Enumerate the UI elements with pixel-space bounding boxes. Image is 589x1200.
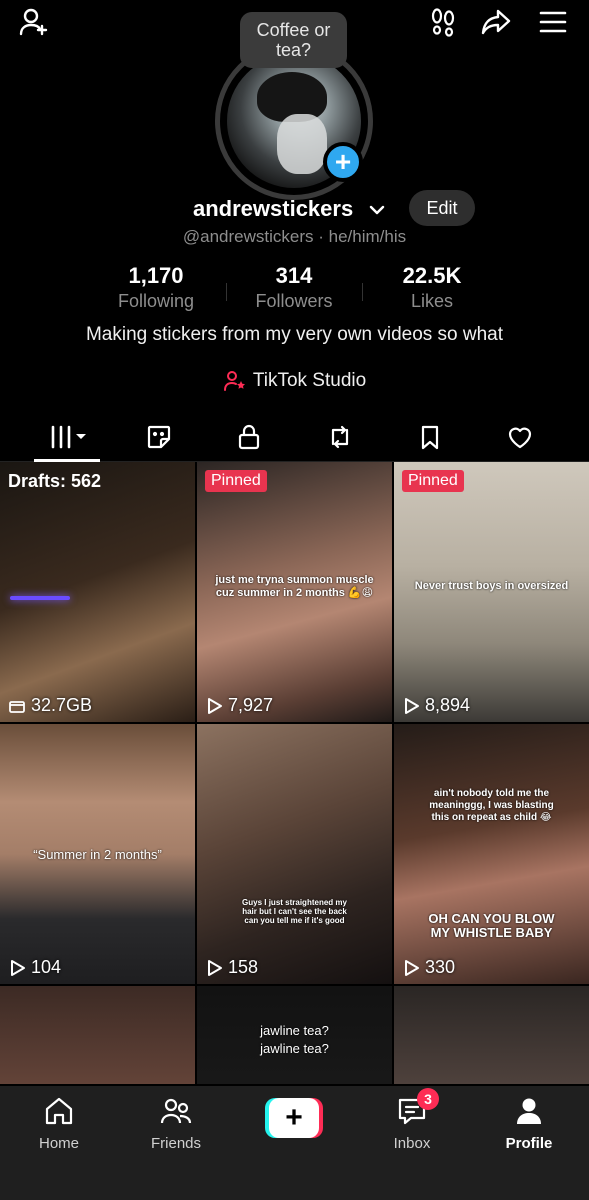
video-tile[interactable]: ain't nobody told me the meaninggg, I wa… <box>394 724 589 984</box>
view-count-label: 330 <box>425 957 456 977</box>
video-grid: Drafts: 562 32.7GB Pinned just me tryna … <box>0 462 589 1084</box>
stat-followers[interactable]: 314 Followers <box>224 263 364 312</box>
inbox-badge: 3 <box>417 1088 439 1110</box>
friends-icon <box>160 1098 192 1124</box>
drafts-count: Drafts: 562 <box>8 471 102 491</box>
note-bubble[interactable]: Coffee or tea? <box>240 12 347 68</box>
add-friend-icon[interactable] <box>16 4 52 40</box>
video-caption: Never trust boys in oversized <box>414 580 569 592</box>
profile-bio: Making stickers from my very own videos … <box>85 324 504 345</box>
nav-home[interactable]: Home <box>14 1094 104 1152</box>
lock-icon <box>238 424 260 450</box>
tab-private[interactable] <box>229 419 269 455</box>
nav-friends[interactable]: Friends <box>131 1094 221 1152</box>
stat-likes[interactable]: 22.5K Likes <box>362 263 502 312</box>
sticker-icon <box>147 425 171 449</box>
video-caption: Guys I just straightened my hair but I c… <box>242 898 347 925</box>
tab-stickers[interactable] <box>139 419 179 455</box>
edit-profile-button[interactable]: Edit <box>409 190 475 226</box>
video-tile[interactable]: jawline tea? jawline tea? <box>197 986 392 1084</box>
stat-value: 1,170 <box>128 263 184 288</box>
username[interactable]: andrewstickers <box>193 196 353 222</box>
drafts-tile[interactable]: Drafts: 562 32.7GB <box>0 462 195 722</box>
content-tabs <box>0 415 589 462</box>
video-caption: just me tryna summon muscle cuz summer i… <box>215 574 374 599</box>
stat-value: 314 <box>275 263 313 288</box>
stat-value: 22.5K <box>402 263 462 288</box>
video-tile[interactable]: Pinned just me tryna summon muscle cuz s… <box>197 462 392 722</box>
storage-icon <box>9 700 25 713</box>
play-icon <box>405 697 419 714</box>
create-plus-icon: + <box>269 1098 319 1138</box>
pinned-badge: Pinned <box>205 470 267 492</box>
bottom-nav: Home Friends + 3 Inbox Profile <box>0 1086 589 1200</box>
tab-saved[interactable] <box>410 419 450 455</box>
stat-following[interactable]: 1,170 Following <box>86 263 226 312</box>
menu-icon[interactable] <box>535 4 571 40</box>
profile-stats: 1,170 Following 314 Followers 22.5K Like… <box>0 263 589 317</box>
nav-inbox[interactable]: 3 Inbox <box>367 1088 457 1152</box>
view-count-label: 104 <box>31 957 62 977</box>
create-button[interactable]: + <box>265 1098 323 1138</box>
view-count: 7,927 <box>205 695 273 716</box>
nav-profile[interactable]: Profile <box>484 1094 574 1152</box>
heart-icon <box>508 427 532 449</box>
storage-size: 32.7GB <box>8 695 92 716</box>
video-tile[interactable]: “Summer in 2 months” 104 <box>0 724 195 984</box>
username-row: andrewstickers Edit <box>0 190 589 230</box>
play-icon <box>208 959 222 976</box>
repost-icon <box>331 425 349 449</box>
profile-icon <box>517 1098 541 1124</box>
play-icon <box>11 959 25 976</box>
pinned-badge: Pinned <box>402 470 464 492</box>
home-icon <box>45 1097 73 1125</box>
nav-label: Friends <box>150 1135 202 1152</box>
footprint-icon[interactable] <box>425 4 461 40</box>
video-caption: ain't nobody told me the meaninggg, I wa… <box>429 788 554 823</box>
chevron-down-icon[interactable] <box>368 201 386 219</box>
nav-label: Profile <box>505 1135 553 1152</box>
stat-label: Followers <box>255 291 333 311</box>
studio-icon <box>223 371 245 391</box>
view-count-label: 8,894 <box>425 695 471 715</box>
play-icon <box>208 697 222 714</box>
note-bubble-text: Coffee or tea? <box>256 20 331 60</box>
stat-label: Following <box>117 291 195 311</box>
video-tile[interactable]: Pinned Never trust boys in oversized 8,8… <box>394 462 589 722</box>
purple-led-decoration <box>0 592 100 606</box>
videos-grid-icon <box>51 425 86 449</box>
bookmark-icon <box>421 425 439 450</box>
stat-label: Likes <box>410 291 454 311</box>
video-tile[interactable] <box>394 986 589 1084</box>
nav-label: Home <box>38 1135 79 1152</box>
view-count: 158 <box>205 957 258 978</box>
view-count-label: 7,927 <box>228 695 274 715</box>
share-icon[interactable] <box>478 4 514 40</box>
video-caption: jawline tea? <box>260 1023 329 1038</box>
add-story-plus-icon[interactable]: + <box>323 142 363 182</box>
tab-reposts[interactable] <box>320 419 360 455</box>
studio-label: TikTok Studio <box>252 370 367 391</box>
nav-label: Inbox <box>393 1135 431 1152</box>
video-caption-2: jawline tea? <box>260 1041 329 1056</box>
tiktok-studio-link[interactable]: TikTok Studio <box>0 366 589 396</box>
view-count-label: 158 <box>228 957 259 977</box>
video-tile[interactable]: Guys I just straightened my hair but I c… <box>197 724 392 984</box>
view-count: 330 <box>402 957 455 978</box>
play-icon <box>405 959 419 976</box>
view-count: 104 <box>8 957 61 978</box>
storage-size-label: 32.7GB <box>31 695 93 715</box>
video-tile[interactable] <box>0 986 195 1084</box>
video-caption: “Summer in 2 months” <box>33 847 162 862</box>
lyric-caption: OH CAN YOU BLOW MY WHISTLE BABY <box>428 911 555 940</box>
tab-videos[interactable] <box>46 419 92 455</box>
view-count: 8,894 <box>402 695 470 716</box>
tab-liked[interactable] <box>500 419 540 455</box>
user-handle: @andrewstickers · he/him/his <box>182 227 407 246</box>
